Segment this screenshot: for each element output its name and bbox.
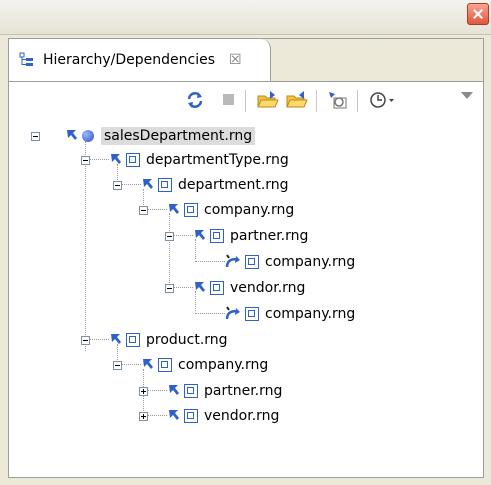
tree-node-label: company.rng	[265, 306, 356, 322]
tree-node[interactable]: company.rng	[225, 303, 355, 325]
schema-file-icon	[210, 229, 224, 243]
arrow-icon	[142, 178, 154, 192]
history-icon[interactable]	[369, 90, 394, 110]
dependency-tree: salesDepartment.rng departmentType.rng d…	[9, 119, 483, 477]
arrow-icon	[110, 153, 122, 167]
tree-node[interactable]: vendor.rng	[139, 405, 279, 427]
window-titlebar	[0, 0, 491, 35]
window-close-button[interactable]	[467, 3, 489, 25]
tree-node[interactable]: partner.rng	[165, 225, 308, 247]
tree-connector	[195, 313, 225, 314]
schema-file-icon	[184, 409, 198, 423]
open-folder-icon[interactable]	[257, 90, 279, 110]
toolbar-separator	[357, 90, 358, 112]
tree-node-label: salesDepartment.rng	[101, 127, 256, 145]
view-toolbar	[9, 82, 483, 118]
arrow-icon	[194, 229, 206, 243]
stop-icon[interactable]	[219, 90, 239, 110]
arrow-icon	[168, 409, 180, 423]
tree-node-label: vendor.rng	[204, 408, 280, 424]
tree-node[interactable]: vendor.rng	[165, 277, 305, 299]
arrow-icon	[142, 358, 154, 372]
tree-node[interactable]: product.rng	[81, 329, 228, 351]
collapse-icon[interactable]	[81, 155, 90, 165]
tree-node[interactable]: company.rng	[225, 251, 355, 273]
arrow-icon	[194, 281, 206, 295]
schema-file-icon	[184, 384, 198, 398]
collapse-icon[interactable]	[31, 131, 40, 141]
cycle-reference-icon	[225, 306, 241, 322]
view-tabbar: Hierarchy/Dependencies ☒	[9, 39, 483, 82]
tab-close-icon[interactable]: ☒	[229, 52, 242, 68]
refresh-icon[interactable]	[185, 90, 205, 110]
tree-node-label: departmentType.rng	[146, 152, 289, 168]
collapse-icon[interactable]	[113, 360, 122, 370]
hierarchy-icon	[19, 52, 35, 68]
tree-node[interactable]: company.rng	[113, 354, 268, 376]
tree-connector	[195, 261, 225, 262]
collapse-icon[interactable]	[81, 335, 90, 345]
collapse-icon[interactable]	[165, 283, 174, 293]
collapse-icon[interactable]	[113, 180, 122, 190]
tree-node-label: company.rng	[265, 254, 356, 270]
collapse-icon[interactable]	[165, 231, 174, 241]
schema-root-icon	[82, 130, 94, 142]
tree-node[interactable]: department.rng	[113, 174, 289, 196]
tab-hierarchy-dependencies[interactable]: Hierarchy/Dependencies ☒	[9, 39, 271, 81]
hierarchy-view: Hierarchy/Dependencies ☒ salesDepartment…	[8, 38, 484, 478]
arrow-icon	[110, 333, 122, 347]
arrow-icon	[168, 384, 180, 398]
schema-file-icon	[245, 307, 259, 321]
tree-node-label: department.rng	[178, 177, 289, 193]
schema-file-icon	[158, 358, 172, 372]
toolbar-separator	[316, 90, 317, 112]
tree-node-label: vendor.rng	[230, 280, 306, 296]
open-folder-icon-2[interactable]	[286, 90, 308, 110]
tree-connector	[85, 141, 86, 351]
tree-node-label: product.rng	[146, 332, 228, 348]
tree-node[interactable]: partner.rng	[139, 380, 282, 402]
expand-icon[interactable]	[139, 411, 148, 421]
view-menu-arrow-icon[interactable]	[461, 92, 473, 99]
tree-node-label: partner.rng	[230, 228, 309, 244]
arrow-icon	[66, 129, 78, 143]
tree-node-root[interactable]: salesDepartment.rng	[31, 125, 256, 147]
arrow-icon	[168, 203, 180, 217]
schema-file-icon	[184, 203, 198, 217]
cycle-reference-icon	[225, 254, 241, 270]
toolbar-separator	[245, 90, 246, 112]
schema-file-icon	[126, 333, 140, 347]
search-icon[interactable]	[327, 90, 347, 110]
schema-file-icon	[245, 255, 259, 269]
tree-node-label: company.rng	[204, 202, 295, 218]
schema-file-icon	[126, 153, 140, 167]
tree-node[interactable]: departmentType.rng	[81, 149, 289, 171]
tab-label: Hierarchy/Dependencies	[43, 52, 216, 68]
expand-icon[interactable]	[139, 386, 148, 396]
schema-file-icon	[158, 178, 172, 192]
tree-node[interactable]: company.rng	[139, 199, 294, 221]
tree-node-label: company.rng	[178, 357, 269, 373]
tree-node-label: partner.rng	[204, 383, 283, 399]
collapse-icon[interactable]	[139, 205, 148, 215]
schema-file-icon	[210, 281, 224, 295]
